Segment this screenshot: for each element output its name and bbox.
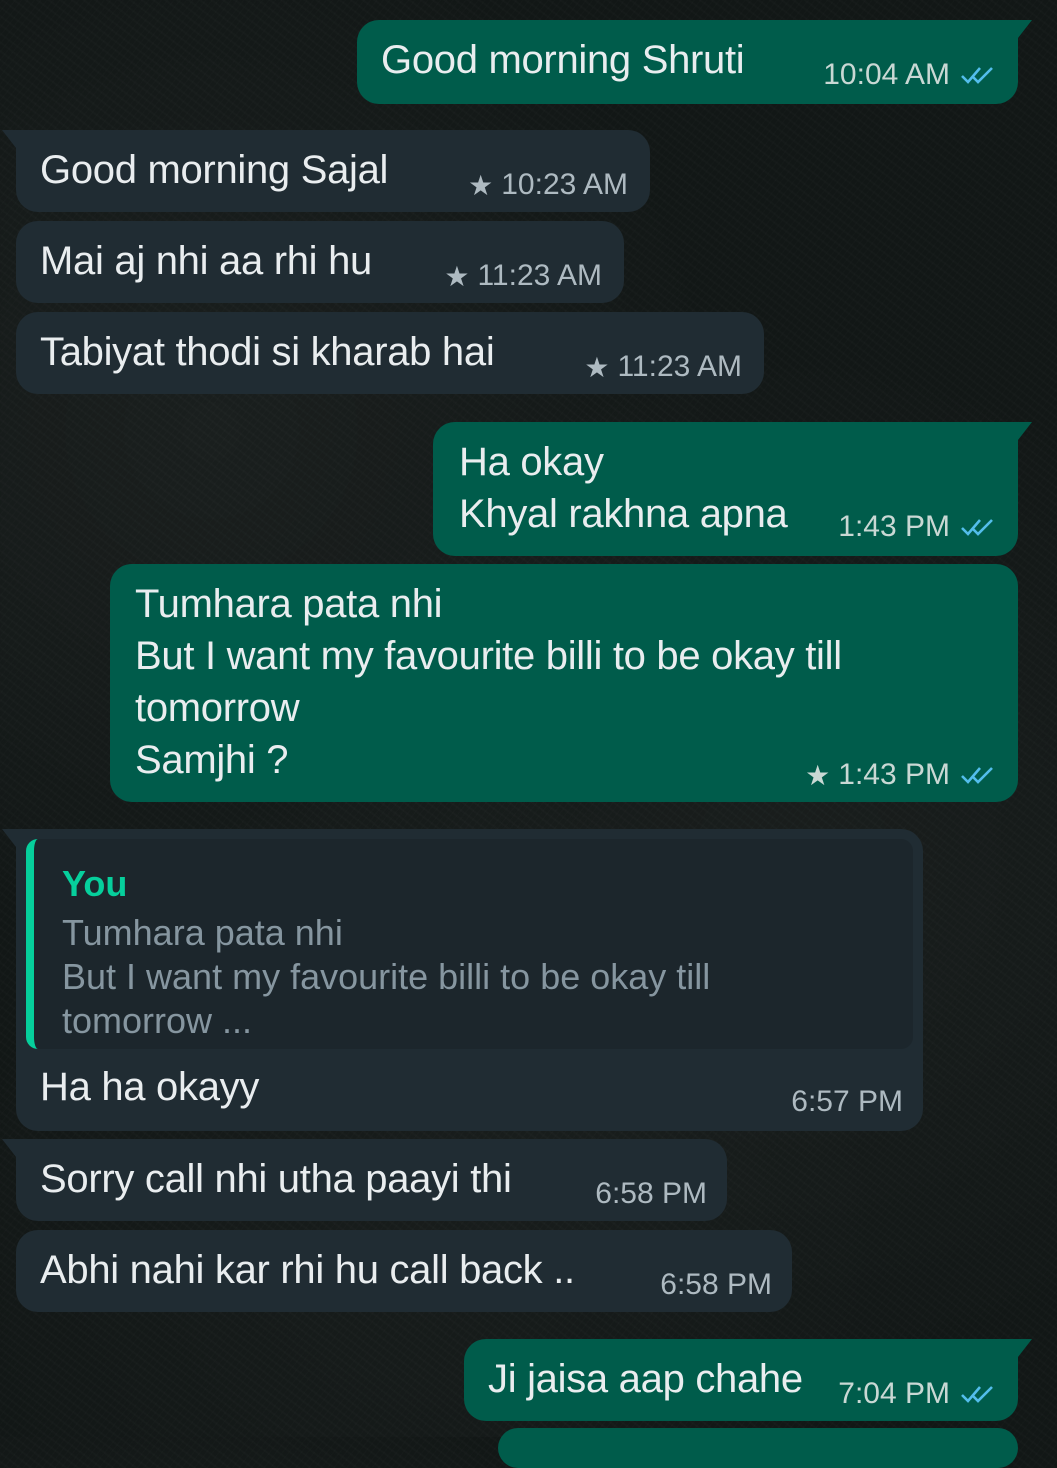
message-text: Ji jaisa aap chahe xyxy=(488,1357,803,1401)
message-time: 1:43 PM xyxy=(838,758,950,791)
message-bubble-outgoing[interactable]: Ha okay Khyal rakhna apna 1:43 PM xyxy=(433,422,1032,556)
message-time: 6:57 PM xyxy=(791,1085,903,1118)
quoted-message[interactable]: You Tumhara pata nhi But I want my favou… xyxy=(26,839,913,1049)
message-bubble-incoming[interactable]: Abhi nahi kar rhi hu call back .. 6:58 P… xyxy=(16,1230,792,1312)
message-text: Good morning Shruti xyxy=(381,38,745,82)
message-bubble-incoming[interactable]: Good morning Sajal ★ 10:23 AM xyxy=(2,130,650,212)
double-check-icon xyxy=(960,516,996,538)
message-text: Mai aj nhi aa rhi hu xyxy=(40,239,372,283)
message-bubble-incoming-reply[interactable]: You Tumhara pata nhi But I want my favou… xyxy=(2,829,923,1131)
message-bubble-incoming[interactable]: Mai aj nhi aa rhi hu ★ 11:23 AM xyxy=(16,221,624,303)
message-text: Abhi nahi kar rhi hu call back .. xyxy=(40,1248,575,1292)
message-time: 1:43 PM xyxy=(838,510,950,543)
message-meta: 1:43 PM xyxy=(838,510,996,544)
message-time: 10:23 AM xyxy=(501,168,628,201)
message-text: Ha ha okayy xyxy=(40,1065,260,1109)
message-meta: 6:58 PM xyxy=(595,1177,707,1211)
double-check-icon xyxy=(960,764,996,786)
star-icon: ★ xyxy=(805,759,831,791)
star-icon: ★ xyxy=(584,351,610,383)
message-text: Sorry call nhi utha paayi thi xyxy=(40,1157,512,1201)
message-time: 10:04 AM xyxy=(823,58,950,91)
star-icon: ★ xyxy=(468,169,494,201)
message-bubble-incoming[interactable]: Sorry call nhi utha paayi thi 6:58 PM xyxy=(2,1139,727,1221)
message-bubble-incoming[interactable]: Tabiyat thodi si kharab hai ★ 11:23 AM xyxy=(16,312,764,394)
message-bubble-outgoing[interactable]: Ji jaisa aap chahe 7:04 PM xyxy=(464,1339,1032,1421)
message-time: 6:58 PM xyxy=(660,1268,772,1301)
message-meta: ★ 11:23 AM xyxy=(444,259,602,293)
quoted-author: You xyxy=(62,863,128,904)
message-meta: 7:04 PM xyxy=(838,1377,996,1411)
message-meta: 10:04 AM xyxy=(823,58,996,92)
message-meta: ★ 1:43 PM xyxy=(805,758,996,792)
message-text: Ha okay Khyal rakhna apna xyxy=(459,440,788,536)
message-time: 6:58 PM xyxy=(595,1177,707,1210)
message-bubble-outgoing[interactable]: Tumhara pata nhi But I want my favourite… xyxy=(110,564,1018,802)
message-meta: ★ 11:23 AM xyxy=(584,350,742,384)
double-check-icon xyxy=(960,64,996,86)
message-bubble-outgoing-partial[interactable] xyxy=(498,1428,1018,1468)
quoted-text: Tumhara pata nhi But I want my favourite… xyxy=(62,912,711,1041)
message-meta: ★ 10:23 AM xyxy=(468,168,628,202)
message-meta: 6:58 PM xyxy=(660,1268,772,1302)
message-time: 7:04 PM xyxy=(838,1377,950,1410)
message-meta: 6:57 PM xyxy=(791,1085,903,1119)
message-time: 11:23 AM xyxy=(617,350,742,383)
message-bubble-outgoing[interactable]: Good morning Shruti 10:04 AM xyxy=(357,20,1032,104)
message-time: 11:23 AM xyxy=(477,259,602,292)
message-text: Tumhara pata nhi But I want my favourite… xyxy=(135,582,842,782)
star-icon: ★ xyxy=(444,260,470,292)
double-check-icon xyxy=(960,1383,996,1405)
message-text: Good morning Sajal xyxy=(40,148,389,192)
message-text: Tabiyat thodi si kharab hai xyxy=(40,330,495,374)
